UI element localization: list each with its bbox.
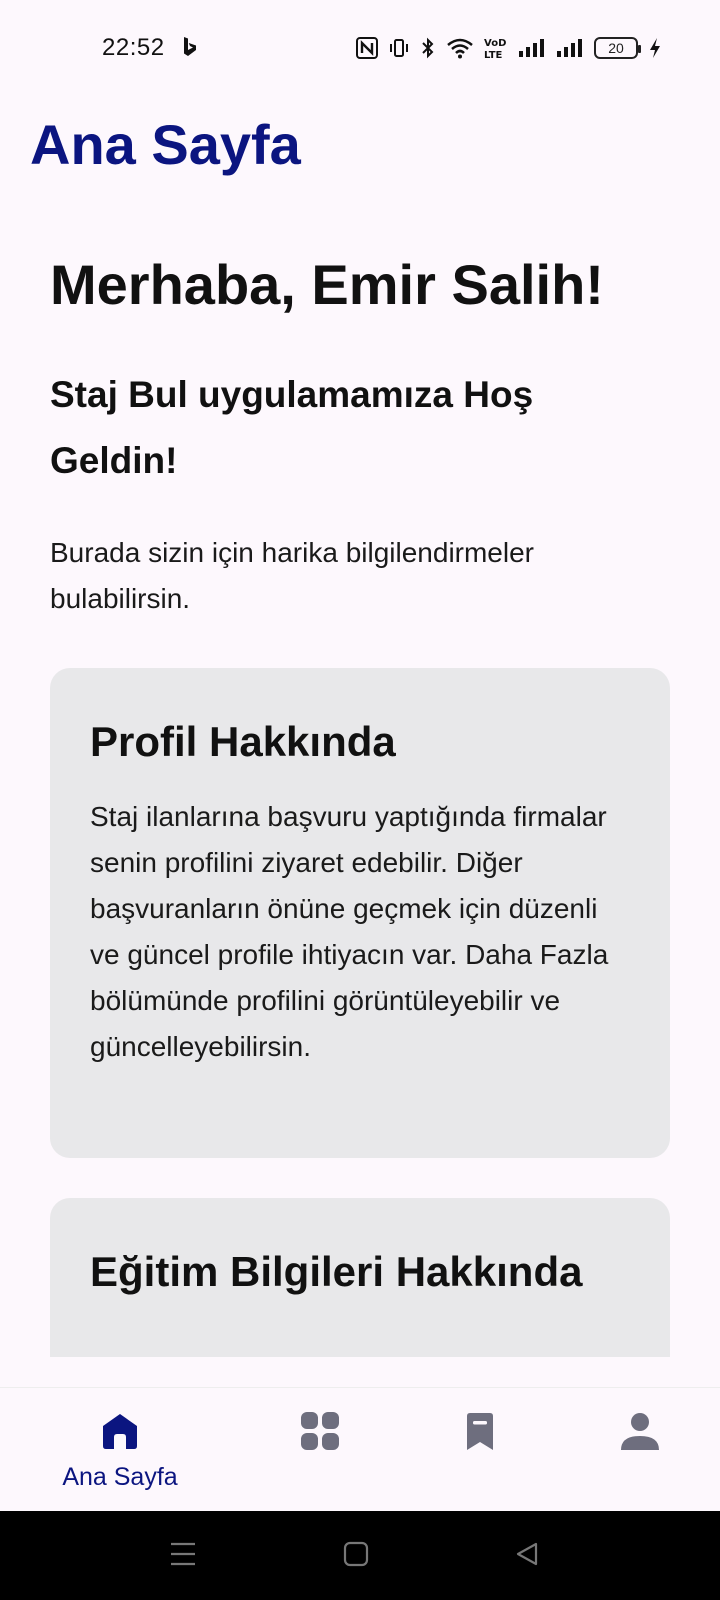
card-title: Eğitim Bilgileri Hakkında — [90, 1248, 583, 1295]
signal-icon — [518, 37, 546, 59]
info-card-profile: Profil Hakkında Staj ilanlarına başvuru … — [50, 668, 670, 1158]
grid-icon — [299, 1410, 341, 1457]
intro-text: Burada sizin için harika bilgilendirmele… — [50, 537, 534, 614]
bing-icon — [182, 36, 198, 63]
status-bar: 22:52 VoD LTE 20 — [0, 0, 720, 96]
home-square-icon[interactable] — [343, 1541, 369, 1572]
battery-level: 20 — [608, 40, 624, 56]
bluetooth-icon — [420, 37, 436, 59]
card-body: Staj ilanlarına başvuru yaptığında firma… — [90, 801, 609, 1062]
system-navigation-bar — [0, 1511, 720, 1600]
menu-icon[interactable] — [170, 1541, 196, 1572]
nav-item-home[interactable]: Ana Sayfa — [40, 1410, 200, 1492]
info-card-education: Eğitim Bilgileri Hakkında — [50, 1198, 670, 1357]
welcome-heading: Staj Bul uygulamamıza Hoş Geldin! — [50, 374, 534, 481]
bookmark-icon — [459, 1410, 501, 1457]
bottom-navigation: Ana Sayfa — [0, 1387, 720, 1511]
card-title: Profil Hakkında — [90, 718, 396, 765]
home-icon — [99, 1410, 141, 1457]
wifi-icon — [446, 37, 474, 59]
charging-icon — [648, 37, 662, 59]
svg-text:LTE: LTE — [484, 50, 503, 60]
nfc-icon — [356, 37, 378, 59]
status-icons: VoD LTE 20 — [356, 33, 662, 63]
svg-text:VoD: VoD — [484, 38, 506, 49]
vibrate-icon — [388, 37, 410, 59]
nav-item-profile[interactable] — [560, 1410, 720, 1457]
main-content[interactable]: Merhaba, Emir Salih! Staj Bul uygulamamı… — [0, 226, 720, 1357]
battery-icon: 20 — [594, 37, 641, 59]
greeting-heading: Merhaba, Emir Salih! — [50, 253, 604, 316]
nav-item-categories[interactable] — [240, 1410, 400, 1457]
page-title: Ana Sayfa — [30, 113, 301, 176]
volte-icon: VoD LTE — [484, 36, 508, 60]
person-icon — [619, 1410, 661, 1457]
screen: 22:52 VoD LTE 20 Ana Sayfa Merhaba, Emir… — [0, 0, 720, 1600]
status-time: 22:52 — [102, 34, 165, 61]
signal-icon — [556, 37, 584, 59]
nav-item-saved[interactable] — [400, 1410, 560, 1457]
back-icon[interactable] — [514, 1541, 540, 1572]
nav-item-label: Ana Sayfa — [62, 1463, 178, 1491]
